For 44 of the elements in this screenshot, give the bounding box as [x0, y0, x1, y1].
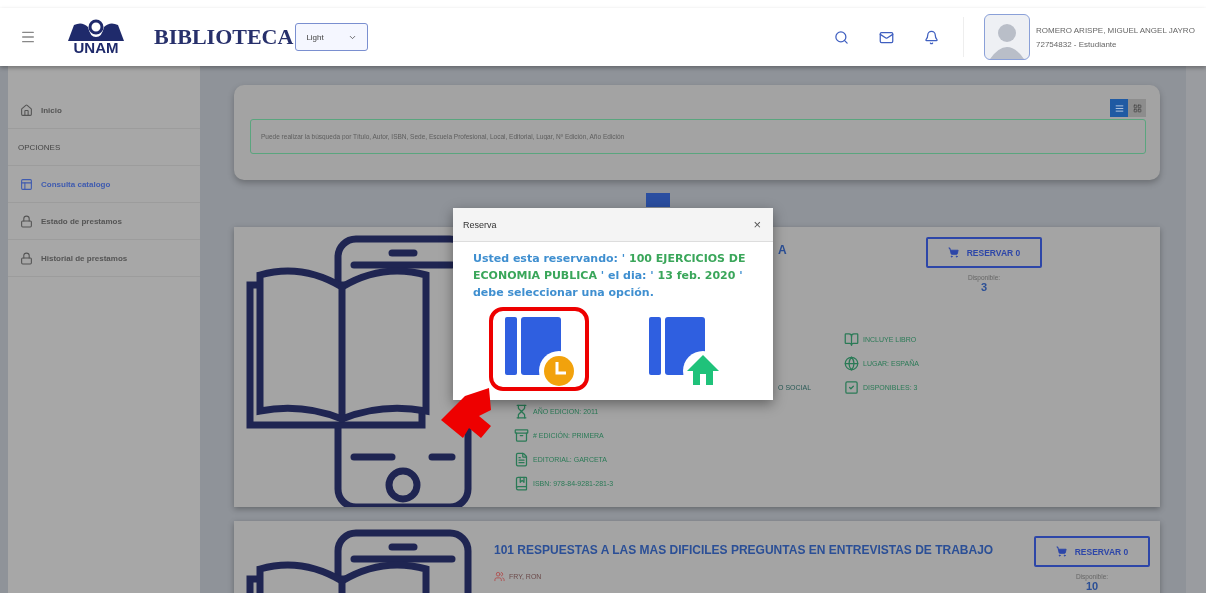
book-title: A: [778, 243, 788, 259]
reservation-message: Usted esta reservando: ' 100 EJERCICIOS DE ECONOMIA PUBLICA ' el dia: ' 13 feb. 2020 ' debe seleccionar una opción.: [473, 251, 747, 301]
book-icon: [844, 331, 859, 347]
reserve-button[interactable]: RESERVAR 0: [1034, 536, 1150, 567]
cart-icon: [1055, 546, 1067, 557]
book-title: 101 RESPUESTAS A LAS MAS DIFICILES PREGUNTAS EN ENTREVISTAS DE TRABAJO: [494, 543, 995, 557]
site-title: BIBLIOTECA: [154, 24, 294, 50]
list-view-button[interactable]: [1110, 99, 1128, 117]
sidebar-item[interactable]: Consulta catalogo: [8, 166, 200, 203]
logo-emblem-icon: [66, 19, 126, 41]
mail-icon[interactable]: [879, 29, 894, 45]
reservation-option[interactable]: [489, 307, 589, 391]
menu-icon[interactable]: [20, 29, 36, 45]
user-name: ROMERO ARISPE, MIGUEL ANGEL JAYRO: [1036, 25, 1196, 35]
checkbox-icon: [844, 379, 859, 395]
cart-icon: [947, 247, 959, 258]
available-count: 10: [1085, 580, 1099, 592]
sidebar-section-label: OPCIONES: [8, 129, 200, 166]
scrollbar[interactable]: [1186, 66, 1206, 593]
theme-select[interactable]: Light: [295, 23, 369, 51]
dialog-title: Reserva: [463, 219, 497, 230]
sidebar-item[interactable]: Inicio: [8, 92, 200, 129]
available-count: 3: [980, 281, 988, 293]
reserve-button[interactable]: RESERVAR 0: [926, 237, 1042, 268]
globe-icon: [844, 355, 859, 371]
document-icon: [514, 451, 529, 467]
logo-text: UNAM: [73, 41, 119, 55]
home-icon: [20, 103, 33, 117]
user-id-role: 72754832 - Estudiante: [1036, 39, 1118, 49]
hourglass-icon: [514, 403, 529, 419]
lock-icon: [20, 251, 33, 265]
grid-icon: [1132, 103, 1142, 113]
sidebar-item[interactable]: Historial de prestamos: [8, 240, 200, 277]
close-button[interactable]: ×: [753, 217, 761, 232]
layout-icon: [20, 177, 33, 191]
archive-icon: [514, 427, 529, 443]
avatar-silhouette: [984, 14, 1030, 60]
people-icon: [494, 571, 505, 582]
search-icon[interactable]: [834, 29, 849, 45]
list-icon: [1114, 103, 1124, 113]
bell-icon[interactable]: [924, 29, 939, 45]
lock-icon: [20, 214, 33, 228]
bookmark-book-icon: [514, 475, 529, 491]
sidebar-item[interactable]: Estado de prestamos: [8, 203, 200, 240]
